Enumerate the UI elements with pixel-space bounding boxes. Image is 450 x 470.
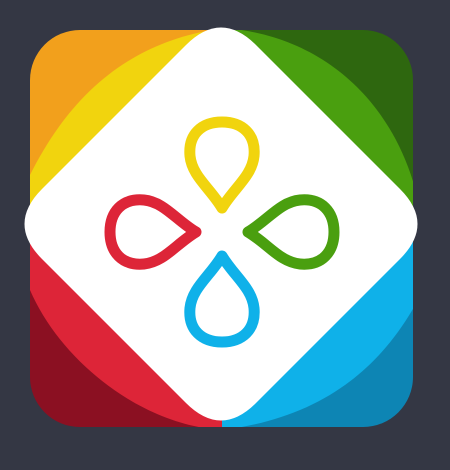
app-icon-stage [0,0,450,470]
app-icon [24,27,418,427]
